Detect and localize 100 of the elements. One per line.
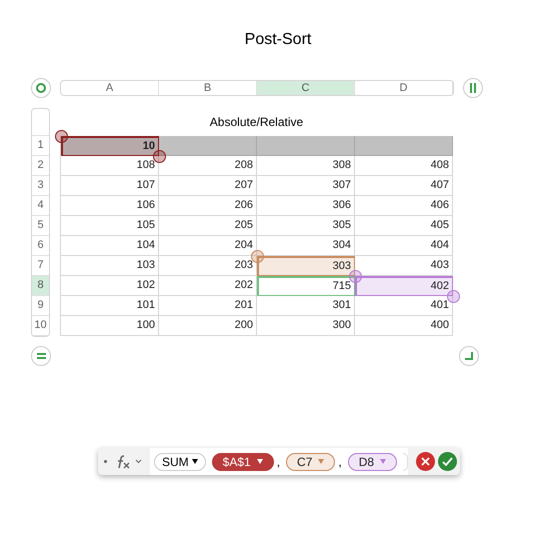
- column-header[interactable]: A: [61, 81, 159, 95]
- table-cell[interactable]: 108: [61, 156, 159, 176]
- table-cell[interactable]: 403: [355, 256, 453, 276]
- table-cell[interactable]: 301: [257, 296, 355, 316]
- cell-value: 308: [332, 158, 351, 174]
- cancel-button[interactable]: [416, 452, 435, 471]
- table-cell[interactable]: 407: [355, 176, 453, 196]
- separator: ,: [276, 454, 280, 470]
- reference-token[interactable]: $A$1: [212, 452, 274, 470]
- selection-handle[interactable]: [349, 270, 362, 283]
- table-cell[interactable]: 400: [355, 316, 453, 336]
- table-cell[interactable]: 303: [257, 256, 355, 276]
- cell-value: 100: [136, 318, 155, 334]
- cell-value: 106: [136, 198, 155, 214]
- table-cell[interactable]: 306: [257, 196, 355, 216]
- table-cell[interactable]: 408: [355, 156, 453, 176]
- cell-value: 407: [430, 178, 449, 194]
- cell-value: 105: [136, 218, 155, 234]
- cell-value: 203: [234, 258, 253, 274]
- table-cell[interactable]: 205: [159, 216, 257, 236]
- cell-value: 306: [332, 198, 351, 214]
- chevron-icon[interactable]: [135, 459, 142, 464]
- table-cell[interactable]: [159, 136, 257, 156]
- table-cell[interactable]: 207: [159, 176, 257, 196]
- cell-value: 207: [234, 178, 253, 194]
- cell-value: 307: [332, 178, 351, 194]
- cell-value: 201: [234, 298, 253, 314]
- cell-value: 403: [430, 258, 449, 274]
- cell-value: 305: [332, 218, 351, 234]
- table-select-button[interactable]: [31, 78, 51, 98]
- table-cell[interactable]: 307: [257, 176, 355, 196]
- caret-icon: [256, 459, 263, 464]
- reference-token[interactable]: C7: [286, 452, 336, 470]
- table-cell[interactable]: 10: [61, 136, 159, 156]
- cell-value: 208: [234, 158, 253, 174]
- column-handle-button[interactable]: [463, 78, 483, 98]
- table-cell[interactable]: 204: [159, 236, 257, 256]
- caret-icon: [380, 459, 386, 464]
- selection-handle[interactable]: [251, 250, 264, 263]
- separator: ,: [338, 454, 342, 470]
- table-cell[interactable]: 106: [61, 196, 159, 216]
- row-handle-button[interactable]: [31, 346, 51, 366]
- equals-icon: [36, 353, 46, 359]
- table-cell[interactable]: 200: [159, 316, 257, 336]
- reference-token[interactable]: D8: [348, 452, 398, 470]
- table-cell[interactable]: [355, 136, 453, 156]
- table-cell[interactable]: 201: [159, 296, 257, 316]
- selection-handle[interactable]: [55, 130, 68, 143]
- accept-button[interactable]: [438, 452, 457, 471]
- table-cell[interactable]: 202: [159, 276, 257, 296]
- table-cell[interactable]: 102: [61, 276, 159, 296]
- table-cell[interactable]: 401: [355, 296, 453, 316]
- table-cell[interactable]: 300: [257, 316, 355, 336]
- table-cell[interactable]: 308: [257, 156, 355, 176]
- cell-value: 303: [332, 259, 351, 274]
- row-header[interactable]: 8: [32, 276, 49, 296]
- cell-value: 404: [430, 238, 449, 254]
- cell-value: 202: [234, 278, 253, 294]
- cell-value: 301: [332, 298, 351, 314]
- cell-value: 102: [136, 278, 155, 294]
- table-cell[interactable]: 101: [61, 296, 159, 316]
- corner-icon: [465, 352, 473, 360]
- table-cell[interactable]: 405: [355, 216, 453, 236]
- cell-value: 101: [136, 298, 155, 314]
- function-icon[interactable]: [115, 454, 131, 468]
- table-cell[interactable]: 105: [61, 216, 159, 236]
- table-cell[interactable]: 304: [257, 236, 355, 256]
- cell-value: 103: [136, 258, 155, 274]
- cell-value: 107: [136, 178, 155, 194]
- table-cell[interactable]: 404: [355, 236, 453, 256]
- cell-value: 402: [430, 279, 449, 294]
- function-token[interactable]: SUM: [154, 452, 206, 470]
- table-cell[interactable]: 107: [61, 176, 159, 196]
- table-cell[interactable]: 715: [257, 276, 355, 296]
- table-cell[interactable]: 100: [61, 316, 159, 336]
- table-cell[interactable]: 103: [61, 256, 159, 276]
- pause-bars-icon: [470, 83, 476, 93]
- cell-value: 401: [430, 298, 449, 314]
- table-cell[interactable]: 406: [355, 196, 453, 216]
- cell-value: 408: [430, 158, 449, 174]
- cell-value: 200: [234, 318, 253, 334]
- cell-value: 304: [332, 238, 351, 254]
- column-header[interactable]: C: [257, 81, 355, 95]
- checkmark-icon: [442, 457, 453, 466]
- cell-value: 300: [332, 318, 351, 334]
- table-cell[interactable]: 203: [159, 256, 257, 276]
- cell-value: 406: [430, 198, 449, 214]
- table-cell[interactable]: 104: [61, 236, 159, 256]
- table-cell[interactable]: 402: [355, 276, 453, 296]
- table-cell[interactable]: 206: [159, 196, 257, 216]
- table-cell[interactable]: 208: [159, 156, 257, 176]
- cell-value: 400: [430, 318, 449, 334]
- table-cell[interactable]: 305: [257, 216, 355, 236]
- cell-value: 715: [332, 279, 351, 294]
- resize-button[interactable]: [459, 346, 479, 366]
- table-cell[interactable]: [257, 136, 355, 156]
- formula-field[interactable]: SUM $A$1 , C7 , D8: [150, 448, 408, 475]
- cell-value: 405: [430, 218, 449, 234]
- cell-value: 104: [136, 238, 155, 254]
- cell-value: 10: [142, 139, 155, 154]
